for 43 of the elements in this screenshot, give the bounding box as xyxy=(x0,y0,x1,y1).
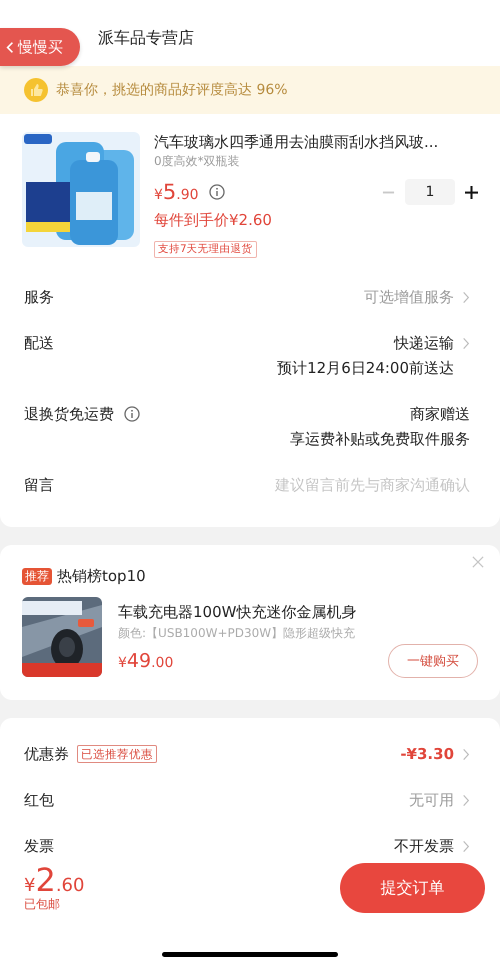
product-title[interactable]: 车载充电器100W快充迷你金属机身 xyxy=(118,602,478,622)
chevron-icon[interactable] xyxy=(462,840,470,852)
row-label: 配送 xyxy=(24,333,54,354)
info-icon[interactable] xyxy=(208,184,225,200)
row-label: 红包 xyxy=(24,790,54,811)
shipping-note: 已包邮 xyxy=(24,897,61,911)
total-price: ¥2.60 xyxy=(24,863,84,897)
final-price: 每件到手价¥2.60 xyxy=(154,210,273,231)
row-value[interactable]: 商家赠送 xyxy=(410,403,470,425)
coupon-badge: 已选推荐优惠 xyxy=(77,745,157,763)
return-policy-tag: 支持7天无理由退货 xyxy=(154,241,257,258)
back-button[interactable]: 慢慢买 xyxy=(0,28,80,66)
recommend-badge: 推荐 xyxy=(22,568,52,584)
row-label: 退换货免运费 xyxy=(24,404,114,425)
chevron-icon[interactable] xyxy=(462,794,470,806)
row-detail: 预计12月6日24:00前送达 xyxy=(277,358,455,379)
plus-icon[interactable] xyxy=(465,186,478,198)
row-label: 发票 xyxy=(24,836,54,857)
product-spec: 0度高效*双瓶装 xyxy=(154,153,241,170)
submit-order-button[interactable]: 提交订单 xyxy=(340,863,485,913)
row-value[interactable]: 快递运输 xyxy=(394,332,454,354)
back-icon[interactable] xyxy=(6,40,14,54)
row-label: 服务 xyxy=(24,287,54,308)
row-label: 优惠券 xyxy=(24,744,69,765)
row-label: 留言 xyxy=(24,475,54,496)
thumbs-up-icon xyxy=(24,78,48,102)
buy-now-button[interactable]: 一键购买 xyxy=(388,644,478,678)
chevron-icon[interactable] xyxy=(462,748,470,760)
row-value[interactable]: 不开发票 xyxy=(394,835,454,857)
info-icon[interactable] xyxy=(124,406,140,422)
quantity-field[interactable]: 1 xyxy=(405,179,455,205)
row-detail: 享运费补贴或免费取件服务 xyxy=(290,429,470,450)
row-value[interactable]: -¥3.30 xyxy=(400,743,454,765)
banner-text: 恭喜你，挑选的商品好评度高达 96% xyxy=(56,81,288,99)
product-title[interactable]: 汽车玻璃水四季通用去油膜雨刮水挡风玻... xyxy=(154,132,478,152)
close-icon[interactable] xyxy=(472,556,484,568)
product-price: ¥5.90 xyxy=(154,180,199,204)
product-spec: 颜色:【USB100W+PD30W】隐形超级快充 xyxy=(118,625,356,642)
chevron-icon[interactable] xyxy=(462,290,470,304)
product-price: ¥49.00 xyxy=(118,650,174,672)
store-name[interactable]: 派车品专营店 xyxy=(98,28,194,48)
section-title: 热销榜top10 xyxy=(57,566,146,586)
chevron-icon[interactable] xyxy=(462,336,470,350)
